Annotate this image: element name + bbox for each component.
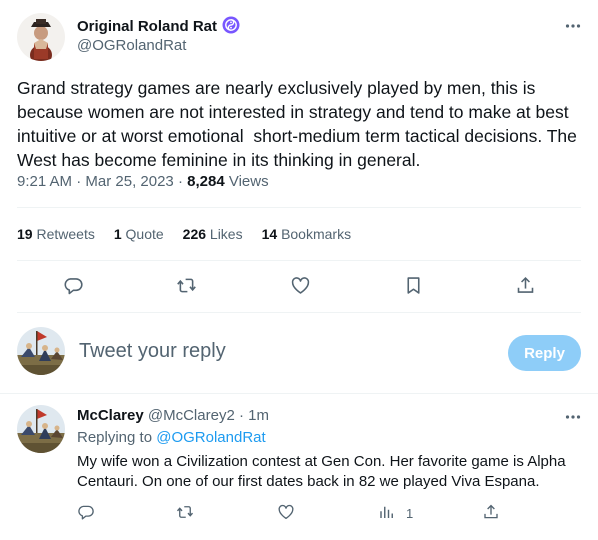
bookmarks-label: Bookmarks bbox=[281, 226, 352, 242]
comment-actions: 1 bbox=[0, 502, 598, 524]
bookmark-icon[interactable] bbox=[400, 272, 426, 298]
more-options-icon[interactable] bbox=[563, 407, 583, 427]
comment-views-count: 1 bbox=[406, 505, 414, 521]
reply-button[interactable]: Reply bbox=[508, 335, 581, 371]
more-options-icon[interactable] bbox=[563, 16, 583, 36]
views-count: 8,284 bbox=[187, 173, 225, 190]
comment-separator: · bbox=[238, 407, 244, 424]
commenter-avatar[interactable] bbox=[17, 405, 65, 453]
tweet-time[interactable]: 9:21 AM bbox=[17, 173, 72, 190]
reply-bubble-icon[interactable] bbox=[60, 272, 86, 298]
quotes-stat[interactable]: 1 Quote bbox=[114, 226, 164, 242]
retweets-stat[interactable]: 19 Retweets bbox=[17, 226, 95, 242]
comment-header: McClarey @McClarey2 · 1m bbox=[77, 407, 269, 424]
comment-like-action[interactable] bbox=[277, 502, 295, 524]
likes-stat[interactable]: 226 Likes bbox=[183, 226, 243, 242]
quotes-label: Quote bbox=[125, 226, 164, 242]
analytics-icon[interactable] bbox=[378, 503, 396, 524]
views-label: Views bbox=[228, 173, 269, 190]
meta-separator: · bbox=[76, 173, 86, 190]
author-avatar[interactable] bbox=[17, 13, 65, 61]
comment-share-action[interactable] bbox=[482, 502, 500, 524]
comment-time[interactable]: 1m bbox=[248, 407, 269, 424]
retweets-label: Retweets bbox=[36, 226, 95, 242]
likes-count: 226 bbox=[182, 226, 207, 242]
comment-text: My wife won a Civilization contest at Ge… bbox=[77, 453, 566, 490]
bookmarks-count: 14 bbox=[261, 226, 278, 242]
comment-views-action[interactable]: 1 bbox=[378, 502, 413, 524]
author-name-text[interactable]: Original Roland Rat bbox=[77, 18, 217, 35]
share-icon[interactable] bbox=[482, 503, 500, 524]
current-user-avatar[interactable] bbox=[17, 327, 65, 375]
divider bbox=[17, 207, 581, 208]
author-handle[interactable]: @OGRolandRat bbox=[77, 37, 186, 54]
retweets-count: 19 bbox=[17, 226, 33, 242]
replying-to: Replying to @OGRolandRat bbox=[77, 429, 266, 446]
commenter-handle[interactable]: @McClarey2 bbox=[148, 407, 235, 424]
retweet-icon[interactable] bbox=[173, 272, 199, 298]
tweet-metadata: 9:21 AM · Mar 25, 2023 · 8,284 Views bbox=[17, 173, 269, 190]
replying-to-link[interactable]: @OGRolandRat bbox=[156, 429, 265, 446]
comment-reply-action[interactable] bbox=[77, 502, 95, 524]
share-icon[interactable] bbox=[512, 272, 538, 298]
quotes-count: 1 bbox=[113, 226, 122, 242]
reply-input[interactable] bbox=[79, 340, 479, 363]
reply-bubble-icon[interactable] bbox=[77, 503, 95, 524]
comment-retweet-action[interactable] bbox=[176, 502, 194, 524]
heart-icon[interactable] bbox=[287, 272, 313, 298]
commenter-name[interactable]: McClarey bbox=[77, 407, 144, 424]
bookmarks-stat[interactable]: 14 Bookmarks bbox=[262, 226, 352, 242]
replying-prefix: Replying to bbox=[77, 429, 153, 446]
author-name[interactable]: Original Roland Rat bbox=[77, 16, 240, 38]
tweet-actions bbox=[0, 272, 598, 300]
divider bbox=[17, 312, 581, 313]
tweet-stats: 19 Retweets 1 Quote 226 Likes 14 Bookmar… bbox=[17, 226, 351, 242]
retweet-icon[interactable] bbox=[176, 503, 194, 524]
divider bbox=[0, 393, 598, 394]
likes-label: Likes bbox=[209, 226, 243, 242]
tweet-text: Grand strategy games are nearly exclusiv… bbox=[17, 78, 582, 170]
divider bbox=[17, 260, 581, 261]
heart-icon[interactable] bbox=[277, 503, 295, 524]
tweet-date[interactable]: Mar 25, 2023 bbox=[85, 173, 173, 190]
meta-separator: · bbox=[177, 173, 188, 190]
verified-badge-icon[interactable] bbox=[222, 16, 240, 38]
